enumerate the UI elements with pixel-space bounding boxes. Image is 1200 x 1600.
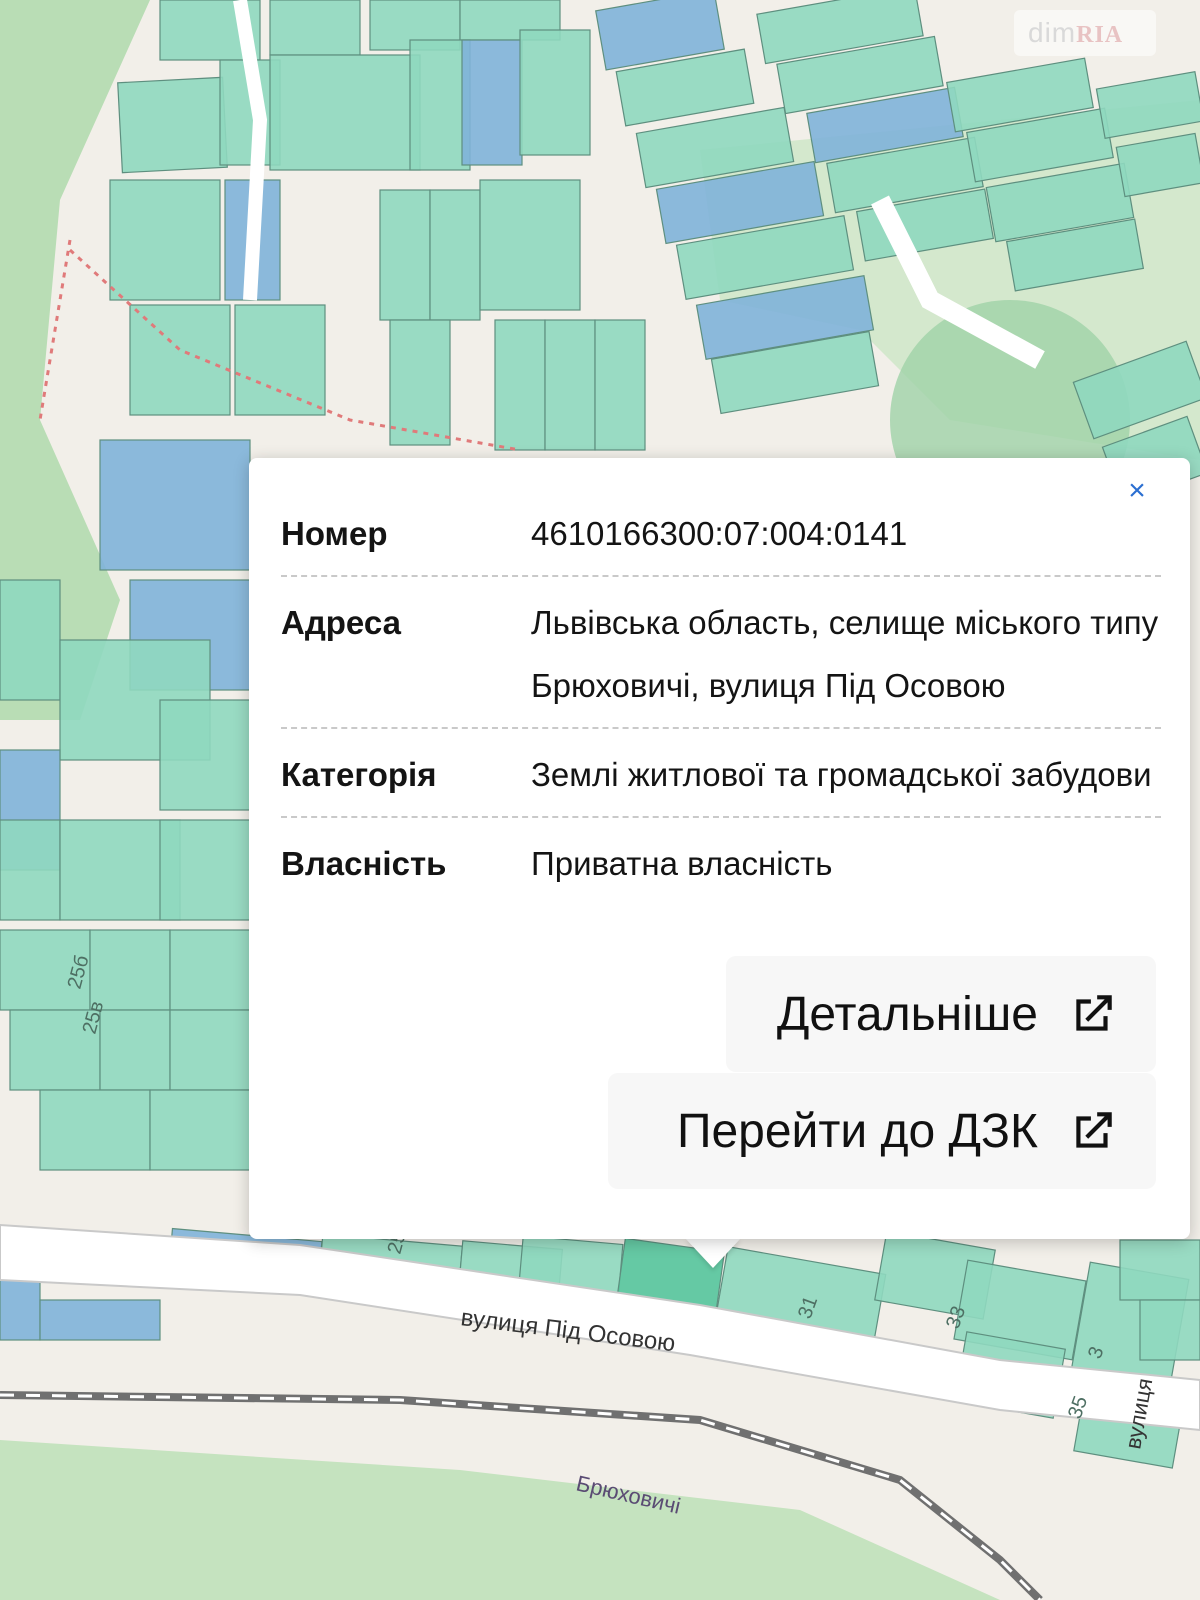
parcel[interactable] — [519, 29, 591, 156]
parcel[interactable] — [99, 439, 251, 571]
parcel[interactable] — [0, 579, 61, 701]
parcel[interactable] — [594, 319, 646, 451]
parcel[interactable] — [39, 1089, 151, 1171]
watermark-text: dim — [1028, 17, 1077, 48]
parcel[interactable] — [0, 819, 61, 921]
parcel[interactable] — [117, 76, 228, 174]
info-label: Номер — [281, 515, 388, 552]
info-row-category: Категорія Землі житлової та громадської … — [281, 729, 1161, 818]
info-label: Категорія — [281, 756, 437, 793]
parcel[interactable] — [159, 819, 251, 921]
parcel-info-popup: × Номер 4610166300:07:004:0141 Адреса Ль… — [249, 458, 1190, 1239]
parcel[interactable] — [159, 699, 251, 811]
details-button[interactable]: Детальніше — [726, 956, 1156, 1072]
parcel-info-table: Номер 4610166300:07:004:0141 Адреса Льві… — [281, 488, 1161, 905]
ownership-value: Приватна власність — [531, 845, 833, 882]
parcel[interactable] — [379, 189, 431, 321]
popup-tip — [685, 1238, 741, 1268]
parcel[interactable] — [479, 179, 581, 311]
cadastral-number-value: 4610166300:07:004:0141 — [531, 515, 908, 552]
parcel[interactable] — [169, 929, 251, 1011]
parcel[interactable] — [99, 1009, 171, 1091]
info-row-number: Номер 4610166300:07:004:0141 — [281, 488, 1161, 577]
go-to-dzk-button[interactable]: Перейти до ДЗК — [608, 1073, 1156, 1189]
parcel[interactable] — [129, 304, 231, 416]
parcel[interactable] — [461, 39, 523, 166]
watermark-logo: dimRIA — [1014, 10, 1156, 56]
watermark-brand: RIA — [1076, 22, 1124, 48]
parcel[interactable] — [389, 319, 451, 446]
external-link-icon — [1076, 1112, 1112, 1148]
info-label: Адреса — [281, 604, 401, 641]
parcel[interactable] — [149, 1089, 251, 1171]
parcel[interactable] — [39, 1299, 161, 1341]
parcel[interactable] — [544, 319, 596, 451]
info-row-ownership: Власність Приватна власність — [281, 818, 1161, 905]
info-row-address: Адреса Львівська область, селище міськог… — [281, 577, 1161, 729]
details-button-label: Детальніше — [776, 987, 1038, 1041]
parcel[interactable] — [1119, 1239, 1200, 1301]
dzk-button-label: Перейти до ДЗК — [676, 1104, 1038, 1158]
address-value: Львівська область, селище міського типу … — [531, 604, 1159, 704]
parcel[interactable] — [234, 304, 326, 416]
parcel[interactable] — [494, 319, 546, 451]
parcel[interactable] — [1139, 1299, 1200, 1361]
parcel[interactable] — [89, 929, 171, 1011]
map-view[interactable]: вулиця Під Осовою вулиця Брюховичі 25 31 3… — [0, 0, 1200, 1600]
external-link-icon — [1076, 995, 1112, 1031]
parcel[interactable] — [109, 179, 221, 301]
parcel[interactable] — [269, 0, 361, 56]
parcel[interactable] — [429, 189, 481, 321]
category-value: Землі житлової та громадської забудови — [531, 756, 1152, 793]
parcel[interactable] — [169, 1009, 251, 1091]
info-label: Власність — [281, 845, 447, 882]
parcel[interactable] — [409, 39, 471, 171]
parcel[interactable] — [269, 54, 421, 171]
